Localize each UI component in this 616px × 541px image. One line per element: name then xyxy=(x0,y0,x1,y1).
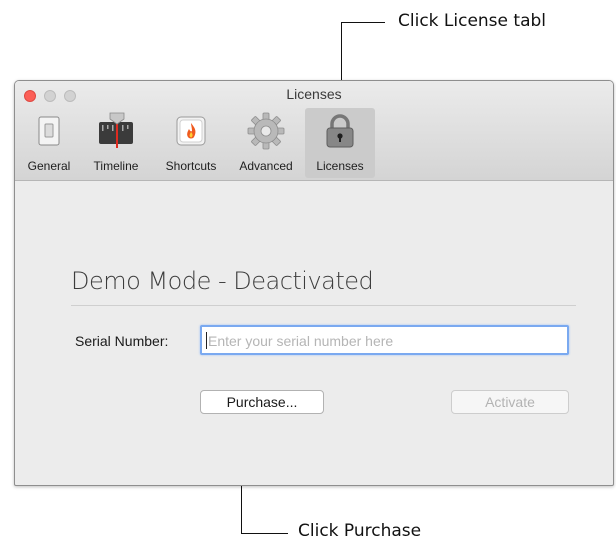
separator xyxy=(71,305,576,306)
callout-bottom-horizontal-line xyxy=(241,533,288,534)
tab-general[interactable]: General xyxy=(19,108,79,178)
serial-number-input[interactable]: Enter your serial number here xyxy=(200,325,569,355)
tab-general-label: General xyxy=(27,159,71,173)
text-cursor xyxy=(206,332,207,349)
tab-shortcuts[interactable]: Shortcuts xyxy=(153,108,229,178)
tab-shortcuts-label: Shortcuts xyxy=(165,159,217,173)
callout-top-horizontal-line xyxy=(341,22,385,23)
tab-timeline-label: Timeline xyxy=(93,159,139,173)
activate-button[interactable]: Activate xyxy=(451,390,569,414)
serial-number-placeholder: Enter your serial number here xyxy=(208,333,394,349)
serial-number-label: Serial Number: xyxy=(75,333,169,349)
callout-top-vertical-line xyxy=(341,22,342,84)
licenses-pane: Demo Mode - Deactivated Serial Number: E… xyxy=(15,181,613,485)
window-title: Licenses xyxy=(286,86,342,102)
preferences-window: Licenses General Timeline Shortcuts Adva… xyxy=(14,80,614,486)
purchase-button[interactable]: Purchase... xyxy=(200,390,324,414)
timeline-icon xyxy=(99,112,133,148)
tab-advanced-label: Advanced xyxy=(239,159,293,173)
tab-advanced[interactable]: Advanced xyxy=(231,108,301,178)
gear-icon xyxy=(247,112,285,150)
tab-licenses[interactable]: Licenses xyxy=(305,108,375,178)
toolbar: Licenses General Timeline Shortcuts Adva… xyxy=(15,81,613,181)
license-status-heading: Demo Mode - Deactivated xyxy=(71,267,374,295)
switch-icon xyxy=(38,116,60,146)
callout-purchase: Click Purchase xyxy=(298,521,422,541)
callout-license-tab: Click License tabl xyxy=(398,11,547,31)
tab-licenses-label: Licenses xyxy=(316,159,364,173)
tab-timeline[interactable]: Timeline xyxy=(85,108,147,178)
padlock-icon xyxy=(326,114,354,148)
flame-icon xyxy=(176,116,206,146)
